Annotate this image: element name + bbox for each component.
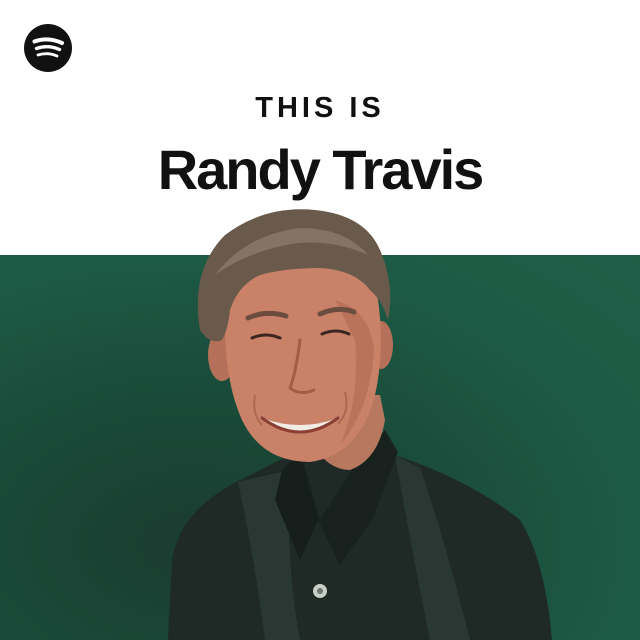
playlist-overline: THIS IS <box>255 92 385 124</box>
playlist-cover: THIS IS Randy Travis <box>0 0 640 640</box>
artist-name-title: Randy Travis <box>157 138 485 201</box>
spotify-logo-icon <box>24 24 72 72</box>
